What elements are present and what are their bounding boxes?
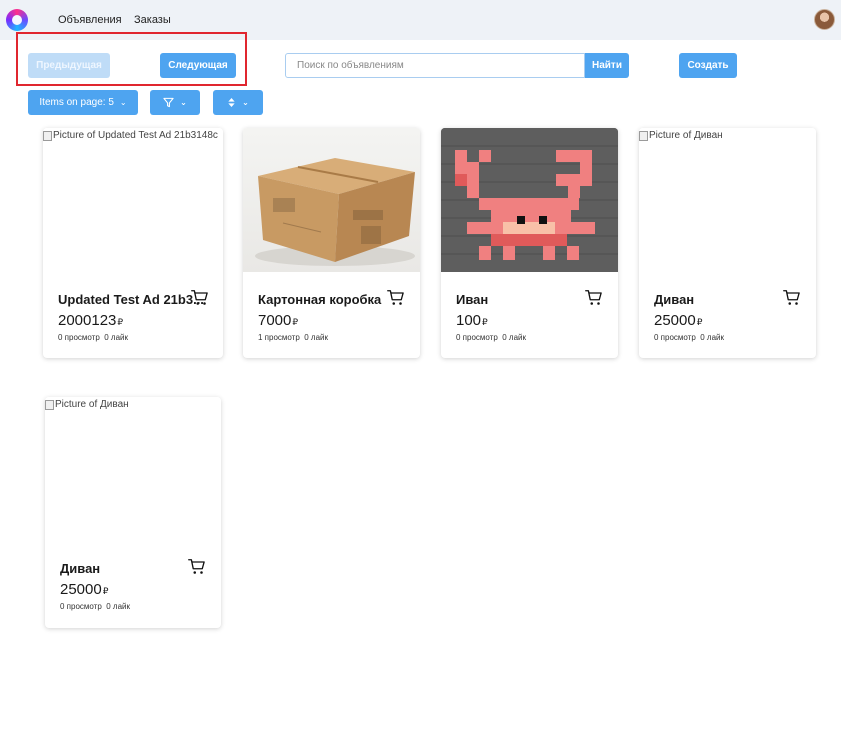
items-per-page-dropdown[interactable]: Items on page: 5 ⌄ <box>28 90 138 115</box>
cart-icon[interactable] <box>387 289 405 306</box>
views-count: 0 просмотр <box>60 602 102 611</box>
views-count: 0 просмотр <box>654 333 696 342</box>
search-input[interactable]: Поиск по объявлениям <box>285 53 585 78</box>
ad-card[interactable]: Picture of Диван Диван 25000₽ 0 просмотр… <box>45 397 221 628</box>
likes-count: 0 лайк <box>304 333 329 342</box>
views-count: 1 просмотр <box>258 333 300 342</box>
nav-link-orders[interactable]: Заказы <box>134 14 171 26</box>
items-per-page-label: Items on page: 5 <box>39 97 114 108</box>
next-page-button[interactable]: Следующая <box>160 53 236 78</box>
pixel-crab-picture <box>441 128 618 272</box>
views-count: 0 просмотр <box>58 333 100 342</box>
avatar[interactable] <box>814 9 835 30</box>
filter-icon <box>163 97 174 108</box>
ad-stats: 0 просмотр 0 лайк <box>58 333 128 342</box>
ad-title[interactable]: Иван <box>456 292 488 307</box>
sort-icon <box>228 98 235 107</box>
chevron-down-icon: ⌄ <box>180 98 187 107</box>
ad-image: Picture of Updated Test Ad 21b3148c <box>43 128 223 272</box>
ad-stats: 0 просмотр 0 лайк <box>654 333 724 342</box>
create-ad-button[interactable]: Создать <box>679 53 737 78</box>
ad-image: Picture of Диван <box>45 397 221 541</box>
ad-card[interactable]: Picture of Updated Test Ad 21b3148c Upda… <box>43 128 223 358</box>
cart-icon[interactable] <box>783 289 801 306</box>
likes-count: 0 лайк <box>106 602 131 611</box>
ad-stats: 0 просмотр 0 лайк <box>60 602 130 611</box>
cart-icon[interactable] <box>191 289 209 306</box>
image-alt-text: Picture of Диван <box>649 130 723 141</box>
nav-link-ads[interactable]: Объявления <box>58 14 122 26</box>
broken-image-icon <box>639 130 648 141</box>
ad-title[interactable]: Диван <box>60 561 100 576</box>
likes-count: 0 лайк <box>502 333 527 342</box>
image-alt-text: Picture of Диван <box>55 399 129 410</box>
cart-icon[interactable] <box>188 558 206 575</box>
ad-title[interactable]: Диван <box>654 292 694 307</box>
cardboard-box-picture <box>255 158 415 266</box>
sort-dropdown[interactable]: ⌄ <box>213 90 263 115</box>
ad-card[interactable]: Картонная коробка 7000₽ 1 просмотр 0 лай… <box>243 128 420 358</box>
ad-stats: 1 просмотр 0 лайк <box>258 333 328 342</box>
ad-price: 25000₽ <box>654 312 703 329</box>
search-button[interactable]: Найти <box>585 53 629 78</box>
likes-count: 0 лайк <box>104 333 129 342</box>
ad-image <box>243 128 420 272</box>
ad-title[interactable]: Картонная коробка <box>258 292 381 307</box>
ad-price: 100₽ <box>456 312 488 329</box>
broken-image-icon <box>43 130 52 141</box>
cart-icon[interactable] <box>585 289 603 306</box>
chevron-down-icon: ⌄ <box>242 98 249 107</box>
views-count: 0 просмотр <box>456 333 498 342</box>
filter-dropdown[interactable]: ⌄ <box>150 90 200 115</box>
broken-image-icon <box>45 399 54 410</box>
ad-image <box>441 128 618 272</box>
ad-price: 7000₽ <box>258 312 299 329</box>
ad-card[interactable]: Picture of Диван Диван 25000₽ 0 просмотр… <box>639 128 816 358</box>
app-logo[interactable] <box>6 9 28 31</box>
ad-title[interactable]: Updated Test Ad 21b3... <box>58 292 204 307</box>
chevron-down-icon: ⌄ <box>119 98 127 107</box>
ad-card[interactable]: Иван 100₽ 0 просмотр 0 лайк <box>441 128 618 358</box>
ad-stats: 0 просмотр 0 лайк <box>456 333 526 342</box>
ad-price: 2000123₽ <box>58 312 124 329</box>
image-alt-text: Picture of Updated Test Ad 21b3148c <box>53 130 218 141</box>
ad-price: 25000₽ <box>60 581 109 598</box>
ad-image: Picture of Диван <box>639 128 816 272</box>
likes-count: 0 лайк <box>700 333 725 342</box>
prev-page-button[interactable]: Предыдущая <box>28 53 110 78</box>
